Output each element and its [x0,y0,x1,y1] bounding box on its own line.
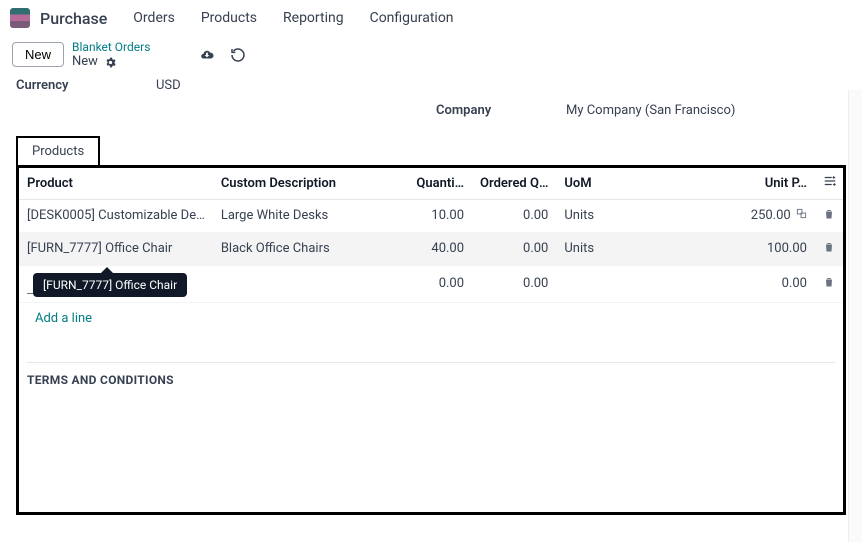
form-area: Currency USD Company My Company (San Fra… [0,74,862,118]
th-ordered[interactable]: Ordered Q… [472,168,556,200]
cell-description[interactable]: Black Office Chairs [213,232,409,265]
th-description[interactable]: Custom Description [213,168,409,200]
cell-product[interactable]: [DESK0005] Customizable De… [19,199,213,232]
company-value[interactable]: My Company (San Francisco) [566,103,735,118]
nav-configuration[interactable]: Configuration [360,6,464,30]
th-quantity[interactable]: Quanti… [408,168,472,200]
cell-ordered[interactable]: 0.00 [472,265,556,302]
cell-description[interactable] [213,265,409,302]
products-table: Product Custom Description Quanti… Order… [19,168,843,334]
nav-products[interactable]: Products [191,6,267,30]
tab-products[interactable]: Products [16,136,100,165]
nav-reporting[interactable]: Reporting [273,6,354,30]
control-bar: New Blanket Orders New [0,36,862,74]
table-row-editing[interactable]: [FURN_7777] Office Chair ▾ 0.00 0.00 0.0… [19,265,843,302]
table-row[interactable]: [FURN_7777] Office Chair Black Office Ch… [19,232,843,265]
th-product[interactable]: Product [19,168,213,200]
currency-label: Currency [16,78,156,93]
cell-ordered[interactable]: 0.00 [472,199,556,232]
cell-uom[interactable] [556,265,638,302]
autocomplete-tooltip[interactable]: [FURN_7777] Office Chair [33,273,187,297]
cell-unit-price[interactable]: 100.00 [638,232,815,265]
terms-label: TERMS AND CONDITIONS [27,373,835,387]
expand-row-icon[interactable] [793,208,807,223]
table-row[interactable]: [DESK0005] Customizable De… Large White … [19,199,843,232]
cell-quantity[interactable]: 40.00 [408,232,472,265]
cell-unit-price[interactable]: 0.00 [638,265,815,302]
discard-icon[interactable] [230,47,246,63]
trash-icon[interactable] [823,277,835,292]
currency-value[interactable]: USD [156,78,181,93]
add-line-link[interactable]: Add a line [27,303,100,334]
breadcrumb-state: New [72,54,98,70]
app-logo [10,8,30,28]
nav-orders[interactable]: Orders [123,6,185,30]
th-unit-price[interactable]: Unit P… [638,168,815,200]
company-label: Company [436,103,566,118]
column-settings-icon[interactable] [823,174,837,192]
app-title: Purchase [40,9,107,28]
cell-quantity[interactable]: 0.00 [408,265,472,302]
th-uom[interactable]: UoM [556,168,638,200]
scrollbar-track[interactable] [848,90,862,542]
terms-section[interactable]: TERMS AND CONDITIONS [27,362,835,387]
cell-unit-price[interactable]: 250.00 [638,199,815,232]
notebook-tabs: Products [16,136,846,165]
cell-uom[interactable]: Units [556,232,638,265]
cell-uom[interactable]: Units [556,199,638,232]
cell-description[interactable]: Large White Desks [213,199,409,232]
gear-icon[interactable] [104,56,117,69]
top-nav: Purchase Orders Products Reporting Confi… [0,0,862,36]
breadcrumb: Blanket Orders New [72,40,150,70]
products-table-panel: Product Custom Description Quanti… Order… [16,165,846,515]
cell-ordered[interactable]: 0.00 [472,232,556,265]
trash-icon[interactable] [823,209,835,224]
cloud-save-icon[interactable] [198,48,216,62]
trash-icon[interactable] [823,242,835,257]
new-button[interactable]: New [12,42,64,67]
cell-product[interactable]: [FURN_7777] Office Chair [19,232,213,265]
breadcrumb-parent[interactable]: Blanket Orders [72,40,150,54]
cell-quantity[interactable]: 10.00 [408,199,472,232]
